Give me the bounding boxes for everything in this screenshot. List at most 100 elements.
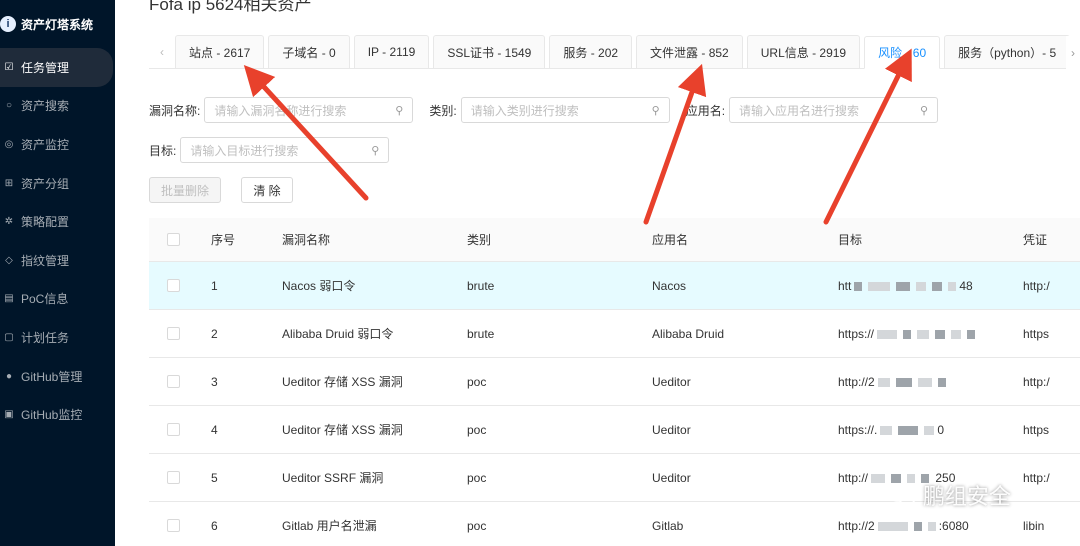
row-checkbox[interactable] bbox=[167, 423, 180, 436]
sidebar-item-schedule[interactable]: ▢ 计划任务 bbox=[0, 318, 115, 357]
sidebar-item-asset-monitor[interactable]: ◎ 资产监控 bbox=[0, 125, 115, 164]
sidebar-item-label: GitHub管理 bbox=[21, 369, 83, 384]
watermark-text: 鹏组安全 bbox=[923, 484, 1012, 509]
redaction bbox=[924, 425, 935, 435]
fingerprint-icon: ◇ bbox=[5, 254, 13, 266]
app-name-placeholder: 请输入应用名进行搜索 bbox=[739, 103, 860, 118]
row-index: 3 bbox=[211, 374, 218, 389]
select-all-checkbox[interactable] bbox=[167, 233, 180, 246]
row-vuln-name: Gitlab 用户名泄漏 bbox=[282, 519, 377, 533]
tab-ip[interactable]: IP - 2119 bbox=[353, 35, 430, 68]
clear-button[interactable]: 清 除 bbox=[241, 177, 293, 203]
sidebar-item-label: 指纹管理 bbox=[21, 253, 70, 268]
target-prefix: https://. bbox=[838, 422, 878, 437]
redaction bbox=[917, 329, 930, 339]
sidebar-item-policy[interactable]: ✲ 策略配置 bbox=[0, 202, 115, 241]
category-placeholder: 请输入类别进行搜索 bbox=[470, 103, 579, 118]
row-select-cell bbox=[149, 471, 211, 484]
row-type: poc bbox=[467, 470, 487, 485]
redaction bbox=[854, 281, 863, 291]
app-name-search-input[interactable]: 请输入应用名进行搜索 ⚲ bbox=[729, 97, 939, 123]
page-title: Fofa ip 5624相关资产 bbox=[149, 0, 312, 14]
row-checkbox[interactable] bbox=[167, 375, 180, 388]
redaction bbox=[877, 329, 898, 339]
chevron-right-icon[interactable]: › bbox=[1066, 36, 1080, 69]
sidebar-item-github-monitor[interactable]: ▣ GitHub监控 bbox=[0, 395, 115, 434]
row-app: Ueditor bbox=[652, 422, 691, 437]
document-icon: ▤ bbox=[4, 293, 14, 305]
gear-icon: ✲ bbox=[4, 216, 14, 228]
row-checkbox[interactable] bbox=[167, 471, 180, 484]
schedule-icon: ▢ bbox=[4, 331, 14, 343]
row-checkbox[interactable] bbox=[167, 327, 180, 340]
row-target: http://2 :6080 bbox=[838, 519, 1023, 533]
chevron-left-icon[interactable]: ‹ bbox=[149, 35, 175, 68]
target-prefix: http://2 bbox=[838, 518, 875, 533]
sidebar-item-fingerprint[interactable]: ◇ 指纹管理 bbox=[0, 241, 115, 280]
row-index: 6 bbox=[211, 518, 218, 533]
redaction bbox=[935, 329, 946, 339]
target-search-input[interactable]: 请输入目标进行搜索 ⚲ bbox=[180, 137, 390, 163]
search-icon: ⚲ bbox=[919, 104, 929, 117]
monitor-icon: ◎ bbox=[4, 138, 14, 150]
row-select-cell bbox=[149, 519, 211, 532]
row-vuln-name: Ueditor 存储 XSS 漏洞 bbox=[282, 375, 403, 389]
batch-delete-button[interactable]: 批量删除 bbox=[149, 177, 221, 203]
row-select-cell bbox=[149, 423, 211, 436]
tab-url-info[interactable]: URL信息 - 2919 bbox=[746, 35, 861, 68]
row-index: 4 bbox=[211, 422, 218, 437]
redaction bbox=[880, 425, 893, 435]
table-row[interactable]: 4 Ueditor 存储 XSS 漏洞 poc Ueditor https://… bbox=[149, 406, 1080, 454]
target-prefix: https:// bbox=[838, 326, 875, 341]
target-prefix: http:// bbox=[838, 470, 869, 485]
row-target: http://2 bbox=[838, 375, 1023, 389]
watermark: 鹏组安全 bbox=[887, 479, 1011, 511]
lighthouse-logo-icon: i bbox=[0, 16, 16, 32]
redaction bbox=[948, 281, 957, 291]
row-type: brute bbox=[467, 326, 495, 341]
sidebar-item-tasks[interactable]: ☑ 任务管理 bbox=[0, 48, 113, 87]
tab-sites[interactable]: 站点 - 2617 bbox=[175, 35, 265, 68]
redaction bbox=[895, 377, 912, 387]
row-vuln-name: Nacos 弱口令 bbox=[282, 279, 356, 293]
row-checkbox[interactable] bbox=[167, 519, 180, 532]
row-credential: https bbox=[1023, 422, 1050, 437]
vuln-name-search-input[interactable]: 请输入漏洞名称进行搜索 ⚲ bbox=[204, 97, 414, 123]
row-vuln-name: Ueditor 存储 XSS 漏洞 bbox=[282, 423, 403, 437]
github-icon: ▣ bbox=[4, 409, 14, 421]
target-label: 目标: bbox=[149, 143, 177, 158]
category-label: 类别: bbox=[429, 103, 457, 118]
sidebar-item-asset-group[interactable]: ⊞ 资产分组 bbox=[0, 164, 115, 203]
category-search-input[interactable]: 请输入类别进行搜索 ⚲ bbox=[460, 97, 670, 123]
tab-file-leak[interactable]: 文件泄露 - 852 bbox=[636, 35, 743, 68]
sidebar-item-github-manage[interactable]: ● GitHub管理 bbox=[0, 357, 115, 396]
tasks-icon: ☑ bbox=[4, 61, 14, 73]
target-prefix: http://2 bbox=[838, 374, 875, 389]
row-type: poc bbox=[467, 374, 487, 389]
col-target: 目标 bbox=[838, 233, 863, 247]
table-row[interactable]: 1 Nacos 弱口令 brute Nacos htt 48 http:/ bbox=[149, 262, 1080, 310]
redaction bbox=[877, 521, 908, 531]
tab-subdomains[interactable]: 子域名 - 0 bbox=[268, 35, 350, 68]
row-vuln-name: Alibaba Druid 弱口令 bbox=[282, 327, 394, 341]
tab-service-python[interactable]: 服务（python）- 5 bbox=[944, 35, 1071, 68]
row-target: https://. 0 bbox=[838, 423, 1023, 437]
redaction bbox=[927, 521, 936, 531]
tab-services[interactable]: 服务 - 202 bbox=[549, 35, 633, 68]
table-row[interactable]: 3 Ueditor 存储 XSS 漏洞 poc Ueditor http://2… bbox=[149, 358, 1080, 406]
table-row[interactable]: 2 Alibaba Druid 弱口令 brute Alibaba Druid … bbox=[149, 310, 1080, 358]
row-checkbox[interactable] bbox=[167, 279, 180, 292]
wechat-icon bbox=[887, 484, 916, 506]
redaction bbox=[913, 521, 922, 531]
tab-risk[interactable]: 风险 - 60 bbox=[864, 36, 941, 69]
redaction bbox=[868, 281, 891, 291]
sidebar-item-label: PoC信息 bbox=[21, 292, 69, 307]
target-suffix: :6080 bbox=[938, 518, 969, 533]
row-app: Alibaba Druid bbox=[652, 326, 725, 341]
col-index: 序号 bbox=[211, 233, 236, 247]
redaction bbox=[903, 329, 912, 339]
tab-ssl-cert[interactable]: SSL证书 - 1549 bbox=[433, 35, 546, 68]
sidebar-item-asset-search[interactable]: ○ 资产搜索 bbox=[0, 87, 115, 126]
sidebar-item-poc[interactable]: ▤ PoC信息 bbox=[0, 280, 115, 319]
col-vuln-name: 漏洞名称 bbox=[282, 233, 331, 247]
